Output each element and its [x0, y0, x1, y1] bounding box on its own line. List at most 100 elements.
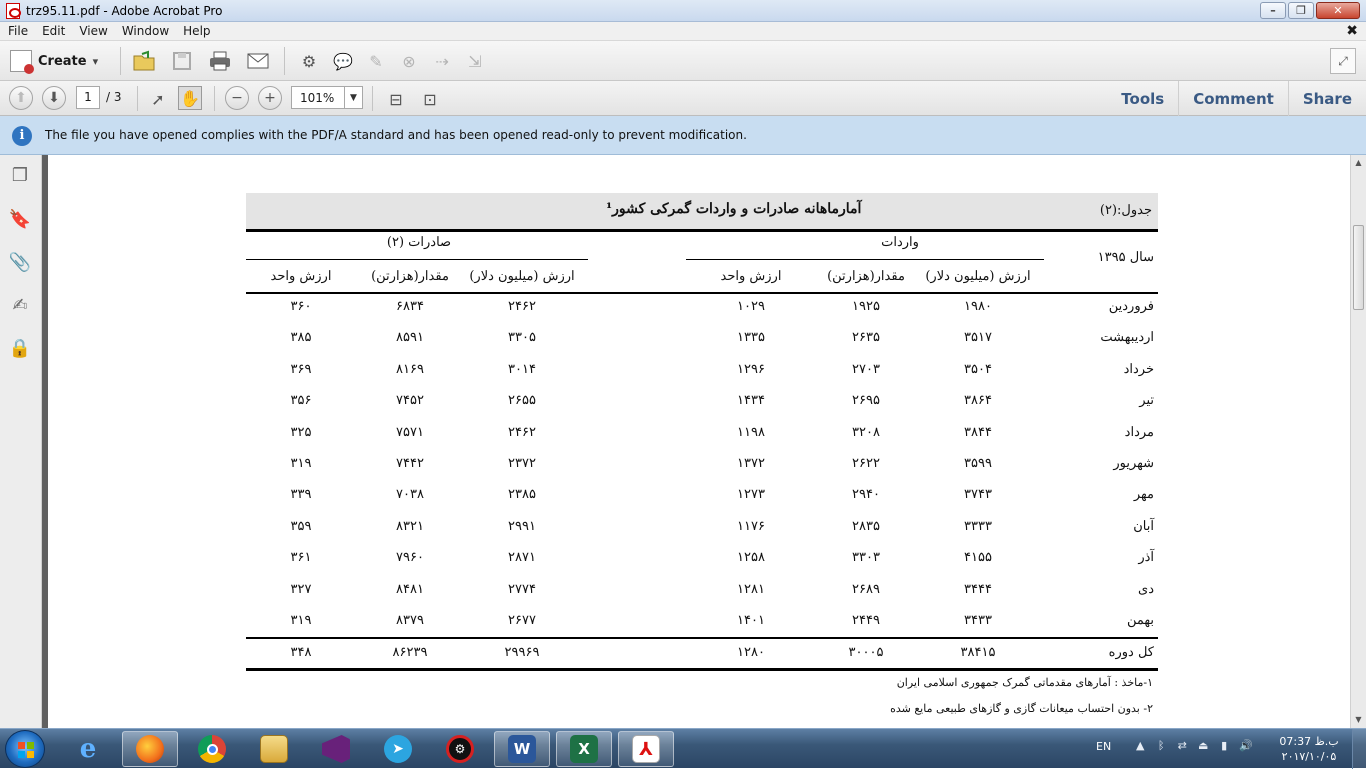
page-thumbnails-button[interactable]: ❐: [8, 163, 32, 187]
total-cell-imp-qty: ۳۰۰۰۵: [848, 645, 884, 660]
network-icon[interactable]: ▮: [1218, 739, 1230, 753]
lock-document-icon: 🔒: [8, 337, 32, 359]
menu-window[interactable]: Window: [114, 22, 175, 38]
taskbar-excel[interactable]: X: [556, 731, 612, 767]
col-imp-qty: مقدار(هزارتن): [827, 269, 905, 284]
volume-icon[interactable]: 🔊: [1239, 739, 1253, 753]
toolbar-divider: [214, 86, 215, 111]
zoom-in-button[interactable]: +: [258, 86, 282, 110]
cell-exp-qty: ۸۱۶۹: [396, 362, 424, 377]
signature-icon: ✍: [12, 294, 28, 316]
month-cell: تیر: [1139, 393, 1154, 408]
cell-exp-qty: ۷۴۵۲: [396, 393, 424, 408]
cell-exp-value: ۳۳۰۵: [508, 330, 536, 345]
taskbar-chrome[interactable]: [184, 731, 240, 767]
previous-page-button[interactable]: ⬆: [9, 86, 33, 110]
month-cell: اردیبهشت: [1100, 330, 1154, 345]
menu-help[interactable]: Help: [175, 22, 216, 38]
cell-imp-value: ۳۷۴۳: [964, 487, 992, 502]
cell-imp-unit: ۱۴۰۱: [737, 613, 765, 628]
tools-link[interactable]: Tools: [1107, 81, 1178, 116]
usb-icon[interactable]: ⏏: [1197, 739, 1209, 753]
fullscreen-button[interactable]: ⤢: [1330, 48, 1356, 74]
cell-exp-qty: ۸۴۸۱: [396, 582, 424, 597]
zoom-value: 101%: [300, 91, 335, 105]
settings-button[interactable]: ⚙: [297, 49, 321, 73]
cell-imp-qty: ۲۷۰۳: [852, 362, 880, 377]
zoom-out-button[interactable]: −: [225, 86, 249, 110]
taskbar-telegram[interactable]: ➤: [370, 731, 426, 767]
fit-page-button[interactable]: ⊟: [384, 87, 408, 111]
year-label: سال ۱۳۹۵: [1097, 250, 1154, 265]
save-icon: [173, 52, 191, 70]
cell-imp-value: ۱۹۸۰: [964, 299, 992, 314]
info-icon: i: [12, 126, 32, 146]
taskbar-antivirus[interactable]: ⚙: [432, 731, 488, 767]
scroll-down-icon[interactable]: ▼: [1351, 712, 1366, 728]
bookmarks-button[interactable]: 🔖: [8, 207, 32, 231]
cell-imp-qty: ۳۳۰۳: [852, 550, 880, 565]
hand-tool-button[interactable]: ✋: [178, 86, 202, 110]
delete-page-button[interactable]: ⊗: [397, 49, 421, 73]
bluetooth-icon[interactable]: ᛒ: [1155, 739, 1167, 753]
taskbar-word[interactable]: W: [494, 731, 550, 767]
scroll-up-icon[interactable]: ▲: [1351, 155, 1366, 171]
menu-view[interactable]: View: [71, 22, 113, 38]
save-button[interactable]: [170, 49, 194, 73]
restore-button[interactable]: ❐: [1288, 2, 1314, 19]
acrobat-app-icon: [6, 3, 21, 19]
share-link[interactable]: Share: [1287, 81, 1366, 116]
taskbar-visual-studio[interactable]: [308, 731, 364, 767]
email-button[interactable]: [246, 49, 270, 73]
show-desktop-button[interactable]: [1352, 729, 1366, 769]
tray-expand-icon[interactable]: ▲: [1134, 739, 1146, 753]
document-area[interactable]: جدول:(۲) آمارماهانه صادرات و واردات گمرک…: [42, 155, 1350, 728]
rule-bottom: [246, 668, 1158, 671]
cell-imp-qty: ۲۴۴۹: [852, 613, 880, 628]
cell-exp-value: ۲۹۹۱: [508, 519, 536, 534]
export-button[interactable]: ⇢: [430, 49, 454, 73]
month-cell: فروردین: [1108, 299, 1154, 314]
cell-imp-qty: ۲۶۲۲: [852, 456, 880, 471]
system-clock[interactable]: 07:37 ب.ظ ۲۰۱۷/۱۰/۰۵: [1278, 734, 1340, 764]
language-indicator[interactable]: EN: [1096, 740, 1111, 753]
sync-icon[interactable]: ⇄: [1176, 739, 1188, 753]
select-tool-button[interactable]: ➚: [146, 87, 170, 111]
print-button[interactable]: [208, 49, 232, 73]
cell-imp-qty: ۲۶۳۵: [852, 330, 880, 345]
create-button[interactable]: Create ▾: [10, 49, 98, 74]
taskbar-firefox[interactable]: [122, 731, 178, 767]
open-file-button[interactable]: [132, 49, 156, 73]
cell-exp-qty: ۸۵۹۱: [396, 330, 424, 345]
total-cell-imp-unit: ۱۲۸۰: [737, 645, 765, 660]
zoom-select[interactable]: 101% ▼: [291, 86, 363, 109]
start-button[interactable]: [5, 730, 45, 768]
vertical-scrollbar[interactable]: ▲ ▼: [1350, 155, 1366, 728]
taskbar-ie[interactable]: e: [60, 731, 116, 767]
rule-top: [246, 229, 1158, 232]
comment-link[interactable]: Comment: [1178, 81, 1288, 116]
minimize-button[interactable]: –: [1260, 2, 1286, 19]
sign-tool-button[interactable]: ✎: [364, 49, 388, 73]
attachments-button[interactable]: 📎: [8, 250, 32, 274]
next-page-button[interactable]: ⬇: [42, 86, 66, 110]
signatures-button[interactable]: ✍: [8, 293, 32, 317]
fit-width-button[interactable]: ⊡: [418, 87, 442, 111]
cell-imp-value: ۴۱۵۵: [964, 550, 992, 565]
document-close-icon[interactable]: ✖: [1346, 23, 1358, 39]
security-button[interactable]: 🔒: [8, 336, 32, 360]
rule-total: [246, 637, 1158, 639]
speech-bubble-icon: 💬: [333, 51, 353, 71]
scroll-thumb[interactable]: [1353, 225, 1364, 310]
menu-file[interactable]: File: [0, 22, 34, 38]
file-explorer-icon: [260, 735, 288, 763]
close-button[interactable]: ✕: [1316, 2, 1360, 19]
cell-exp-qty: ۷۰۳۸: [396, 487, 424, 502]
taskbar-acrobat[interactable]: ⅄: [618, 731, 674, 767]
comment-tool-button[interactable]: 💬: [331, 49, 355, 73]
share-page-button[interactable]: ⇲: [463, 49, 487, 73]
menu-edit[interactable]: Edit: [34, 22, 71, 38]
taskbar-explorer[interactable]: [246, 731, 302, 767]
page-number-input[interactable]: 1: [76, 86, 100, 109]
month-cell: شهریور: [1113, 456, 1154, 471]
